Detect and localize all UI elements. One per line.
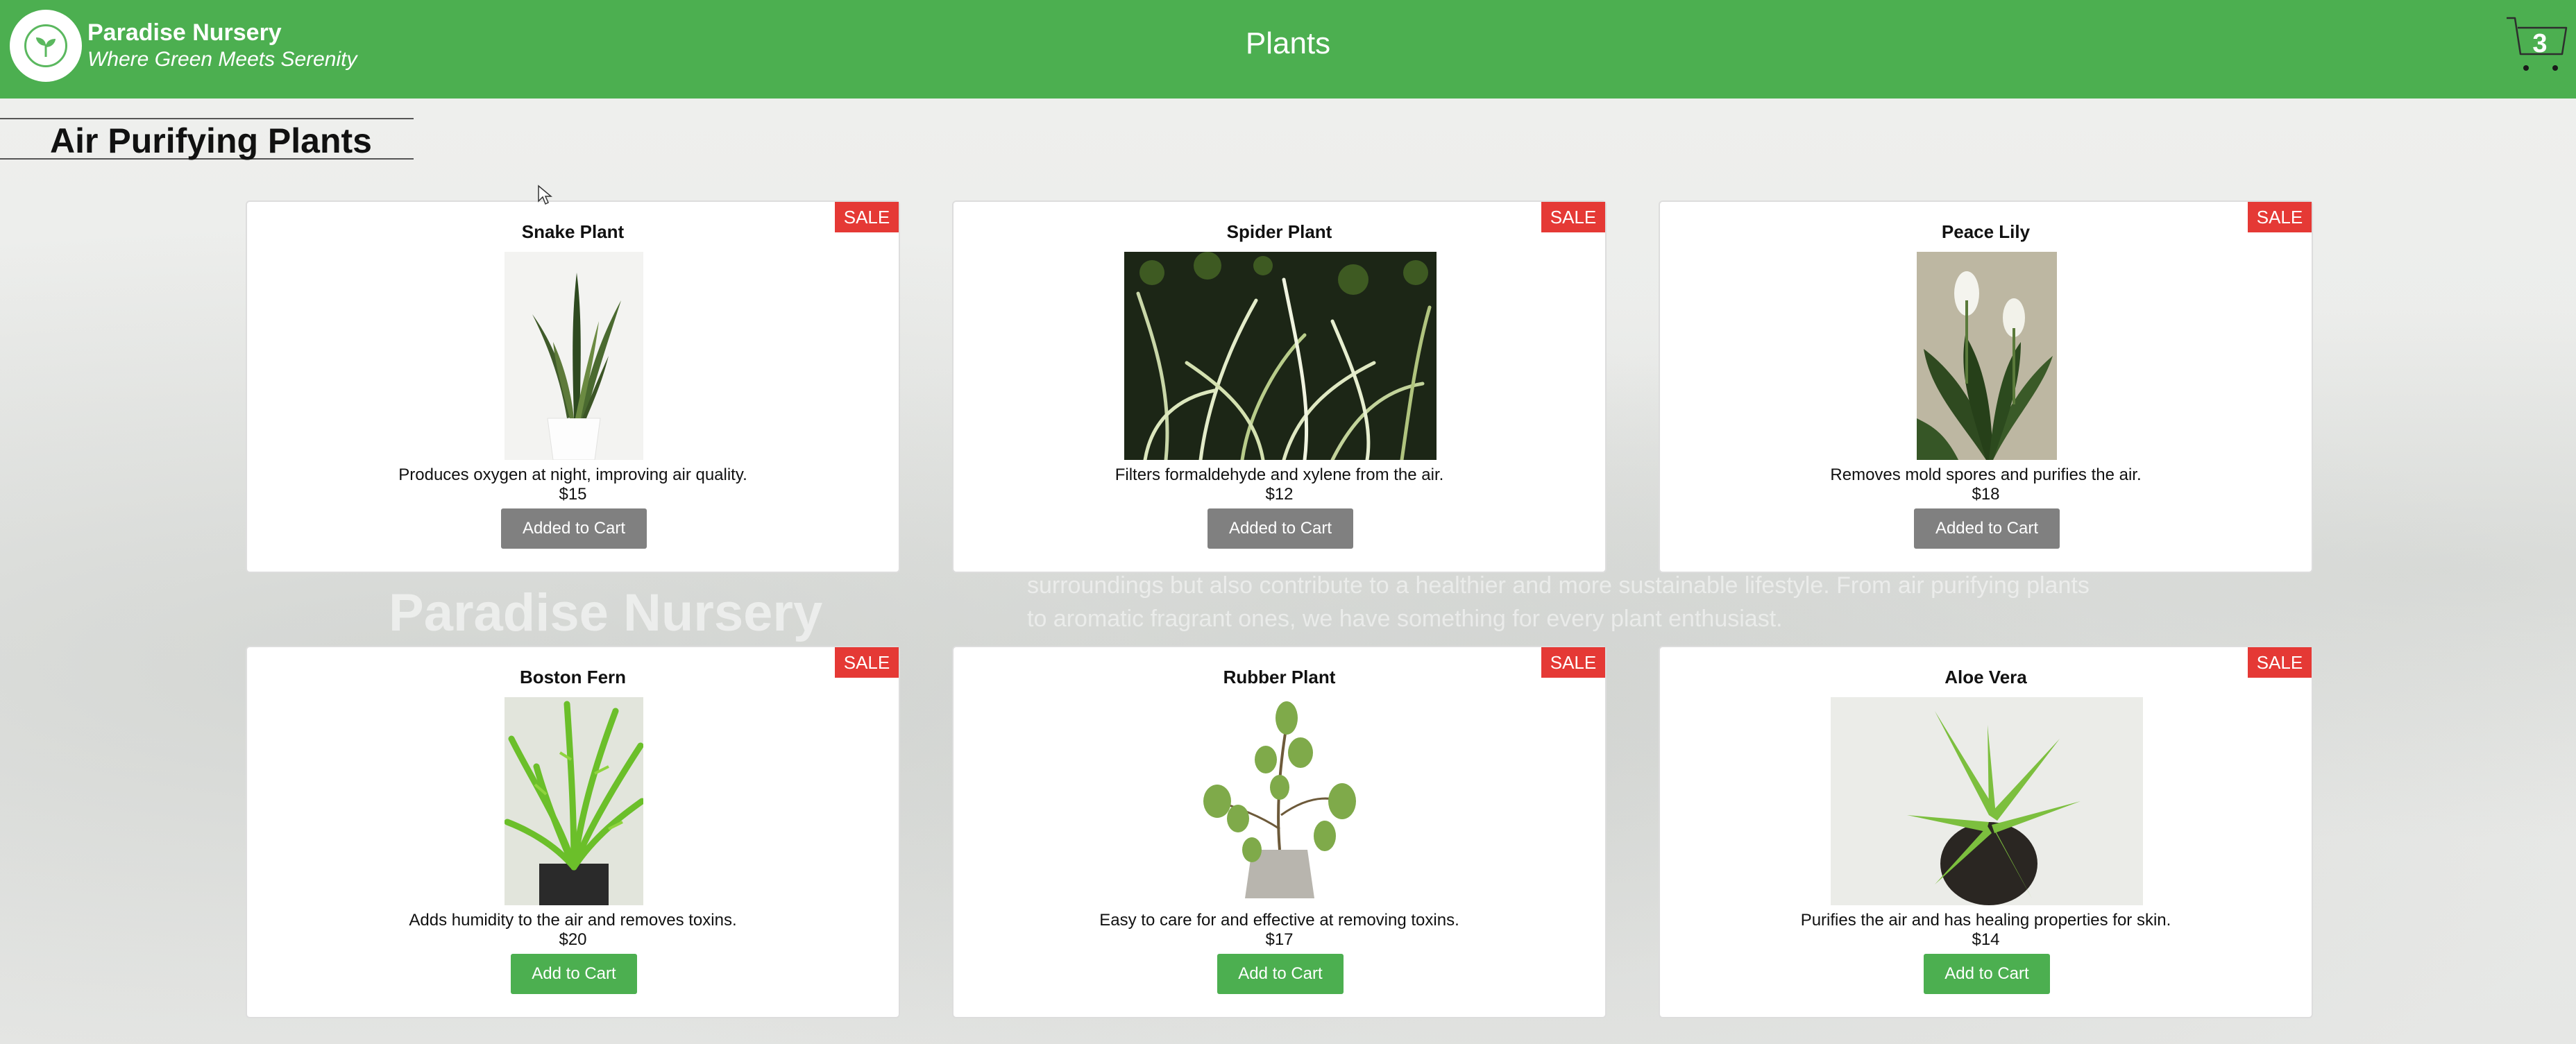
added-to-cart-button[interactable]: Added to Cart xyxy=(1208,508,1353,549)
plant-name: Spider Plant xyxy=(1226,221,1332,242)
plant-card: SALE Rubber Plant Easy to care for and e… xyxy=(952,646,1607,1018)
peace-lily-image xyxy=(1917,252,2057,460)
plants-nav-link[interactable]: Plants xyxy=(1246,26,1330,60)
add-to-cart-button[interactable]: Add to Cart xyxy=(511,954,637,994)
plant-price: $18 xyxy=(1972,485,2000,504)
plant-price: $12 xyxy=(1265,485,1294,504)
aloe-vera-image xyxy=(1831,697,2143,905)
leaf-icon xyxy=(24,24,67,67)
plant-name: Rubber Plant xyxy=(1223,667,1336,687)
plant-name: Boston Fern xyxy=(519,667,627,687)
background-brand-title: Paradise Nursery xyxy=(389,583,823,642)
plant-card: SALE Snake Plant Produces oxygen at nigh… xyxy=(246,200,900,573)
add-to-cart-button[interactable]: Add to Cart xyxy=(1924,954,2050,994)
plant-card: SALE Aloe Vera Purifies the air and has … xyxy=(1659,646,2313,1018)
nav-title-container: Plants xyxy=(0,26,2576,61)
plant-description: Filters formaldehyde and xylene from the… xyxy=(1115,465,1444,484)
rubber-plant-image xyxy=(1176,697,1384,905)
mouse-cursor-icon xyxy=(538,185,552,205)
brand-link[interactable]: Paradise Nursery Where Green Meets Seren… xyxy=(10,10,357,82)
snake-plant-image xyxy=(505,252,643,460)
background-description: surroundings but also contribute to a he… xyxy=(1027,572,2090,632)
boston-fern-image xyxy=(505,697,643,905)
added-to-cart-button[interactable]: Added to Cart xyxy=(1914,508,2060,549)
plant-card: SALE Peace Lily Removes mold spores and … xyxy=(1659,200,2313,573)
added-to-cart-button[interactable]: Added to Cart xyxy=(501,508,647,549)
plant-price: $15 xyxy=(559,485,587,504)
add-to-cart-button[interactable]: Add to Cart xyxy=(1217,954,1344,994)
cart-count: 3 xyxy=(2532,29,2548,58)
brand-name: Paradise Nursery xyxy=(87,19,282,46)
plant-description: Produces oxygen at night, improving air … xyxy=(398,465,747,484)
plant-name: Peace Lily xyxy=(1941,221,2031,242)
plant-description: Purifies the air and has healing propert… xyxy=(1800,911,2171,930)
plant-description: Removes mold spores and purifies the air… xyxy=(1830,465,2142,484)
plant-description: Adds humidity to the air and removes tox… xyxy=(409,911,737,930)
plant-card: SALE Spider Plant Filters formaldehyde a… xyxy=(952,200,1607,573)
plant-price: $17 xyxy=(1265,930,1294,949)
plant-description: Easy to care for and effective at removi… xyxy=(1099,911,1459,930)
plant-price: $20 xyxy=(559,930,587,949)
cart-button[interactable]: 3 xyxy=(2505,14,2568,76)
brand-text: Paradise Nursery Where Green Meets Seren… xyxy=(87,19,357,73)
plant-name: Aloe Vera xyxy=(1944,667,2027,687)
logo xyxy=(10,10,82,82)
category-heading: Air Purifying Plants xyxy=(0,118,414,160)
plant-card: SALE Boston Fern Adds humidity to the ai… xyxy=(246,646,900,1018)
category-title: Air Purifying Plants xyxy=(50,121,372,160)
plant-price: $14 xyxy=(1972,930,2000,949)
spider-plant-image xyxy=(1124,252,1437,460)
navbar: Paradise Nursery Where Green Meets Seren… xyxy=(0,0,2576,99)
plant-name: Snake Plant xyxy=(521,221,625,242)
brand-tagline: Where Green Meets Serenity xyxy=(87,48,357,71)
